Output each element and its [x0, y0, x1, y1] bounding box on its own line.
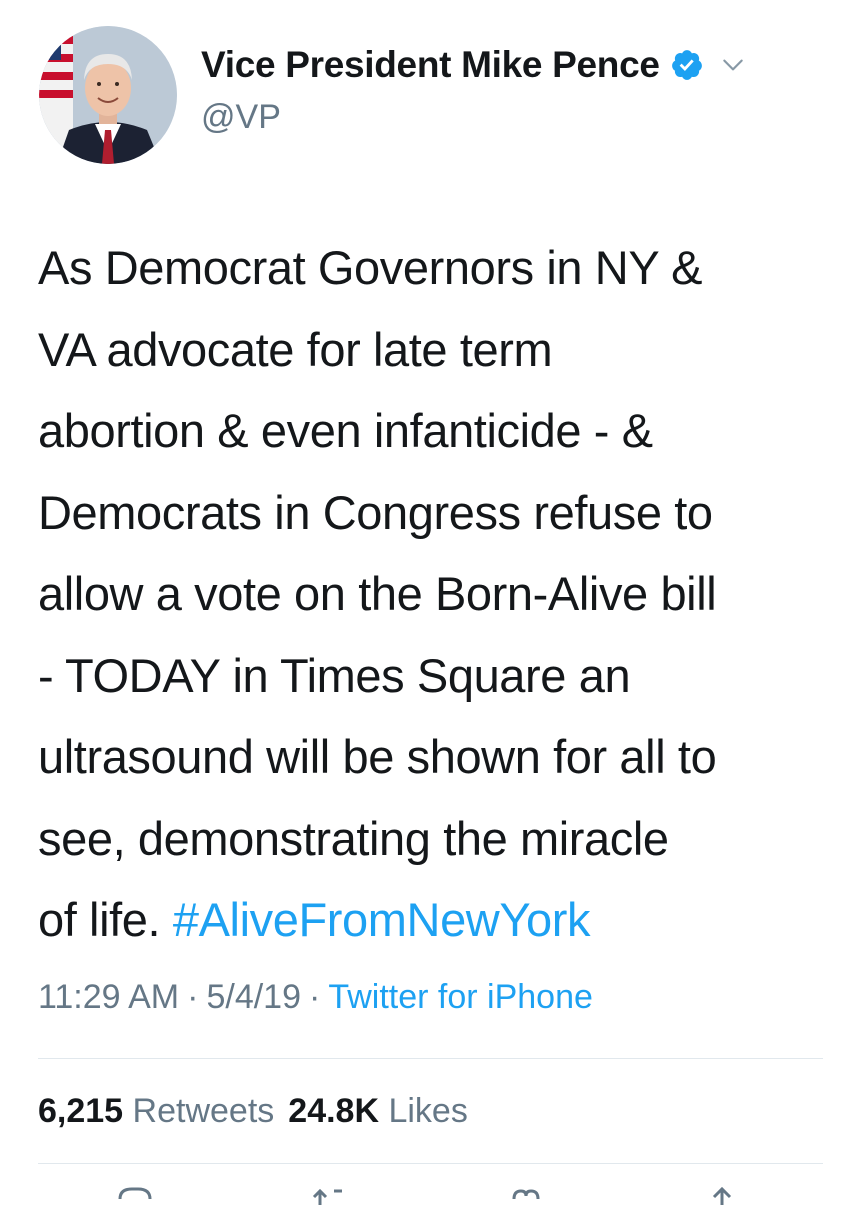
tweet-line: As Democrat Governors in NY & [38, 241, 703, 294]
heart-icon[interactable] [504, 1185, 548, 1215]
tweet-card: Vice President Mike Pence @VP As Democra… [0, 0, 859, 1205]
retweets-stat[interactable]: 6,215 Retweets [38, 1092, 274, 1130]
tweet-line: VA advocate for late term [38, 322, 553, 376]
divider [38, 1058, 823, 1059]
tweet-line: - TODAY in Times Square an [38, 648, 631, 702]
tweet-line: allow a vote on the Born-Alive bill [38, 567, 717, 620]
tweet-stats: 6,215 Retweets 24.8K Likes [38, 1092, 468, 1131]
action-bar [0, 1185, 859, 1215]
tweet-line: abortion & even infanticide - & [38, 404, 653, 457]
author-handle[interactable]: @VP [201, 98, 281, 137]
retweets-count: 6,215 [38, 1092, 124, 1130]
avatar[interactable] [39, 26, 177, 164]
hashtag-link[interactable]: #AliveFromNewYork [173, 893, 591, 946]
meta-separator: · [187, 978, 199, 1016]
divider [38, 1163, 823, 1164]
retweet-icon[interactable] [308, 1185, 352, 1215]
tweet-line: ultrasound will be shown for all to [38, 730, 717, 783]
likes-count: 24.8K [288, 1092, 380, 1130]
tweet-line: see, demonstrating the miracle [38, 811, 669, 865]
tweet-meta: 11:29 AM · 5/4/19 · Twitter for iPhone [38, 978, 593, 1017]
meta-separator: · [309, 978, 321, 1016]
share-icon[interactable] [700, 1185, 744, 1215]
author-name-row: Vice President Mike Pence [201, 44, 746, 86]
retweets-label: Retweets [132, 1092, 275, 1130]
reply-icon[interactable] [112, 1185, 156, 1215]
verified-badge-icon [670, 48, 704, 82]
tweet-text-end: of life. [38, 893, 173, 946]
display-name[interactable]: Vice President Mike Pence [201, 44, 660, 86]
likes-label: Likes [388, 1092, 468, 1130]
tweet-date: 5/4/19 [206, 978, 301, 1016]
tweet-text: As Democrat Governors in NY & VA advocat… [38, 227, 838, 961]
likes-stat[interactable]: 24.8K Likes [288, 1092, 468, 1130]
tweet-line: Democrats in Congress refuse to [38, 485, 713, 539]
tweet-line-last: of life. #AliveFromNewYork [38, 879, 838, 961]
tweet-source-link[interactable]: Twitter for iPhone [328, 978, 593, 1016]
tweet-time: 11:29 AM [38, 978, 180, 1016]
chevron-down-icon[interactable] [720, 52, 746, 78]
